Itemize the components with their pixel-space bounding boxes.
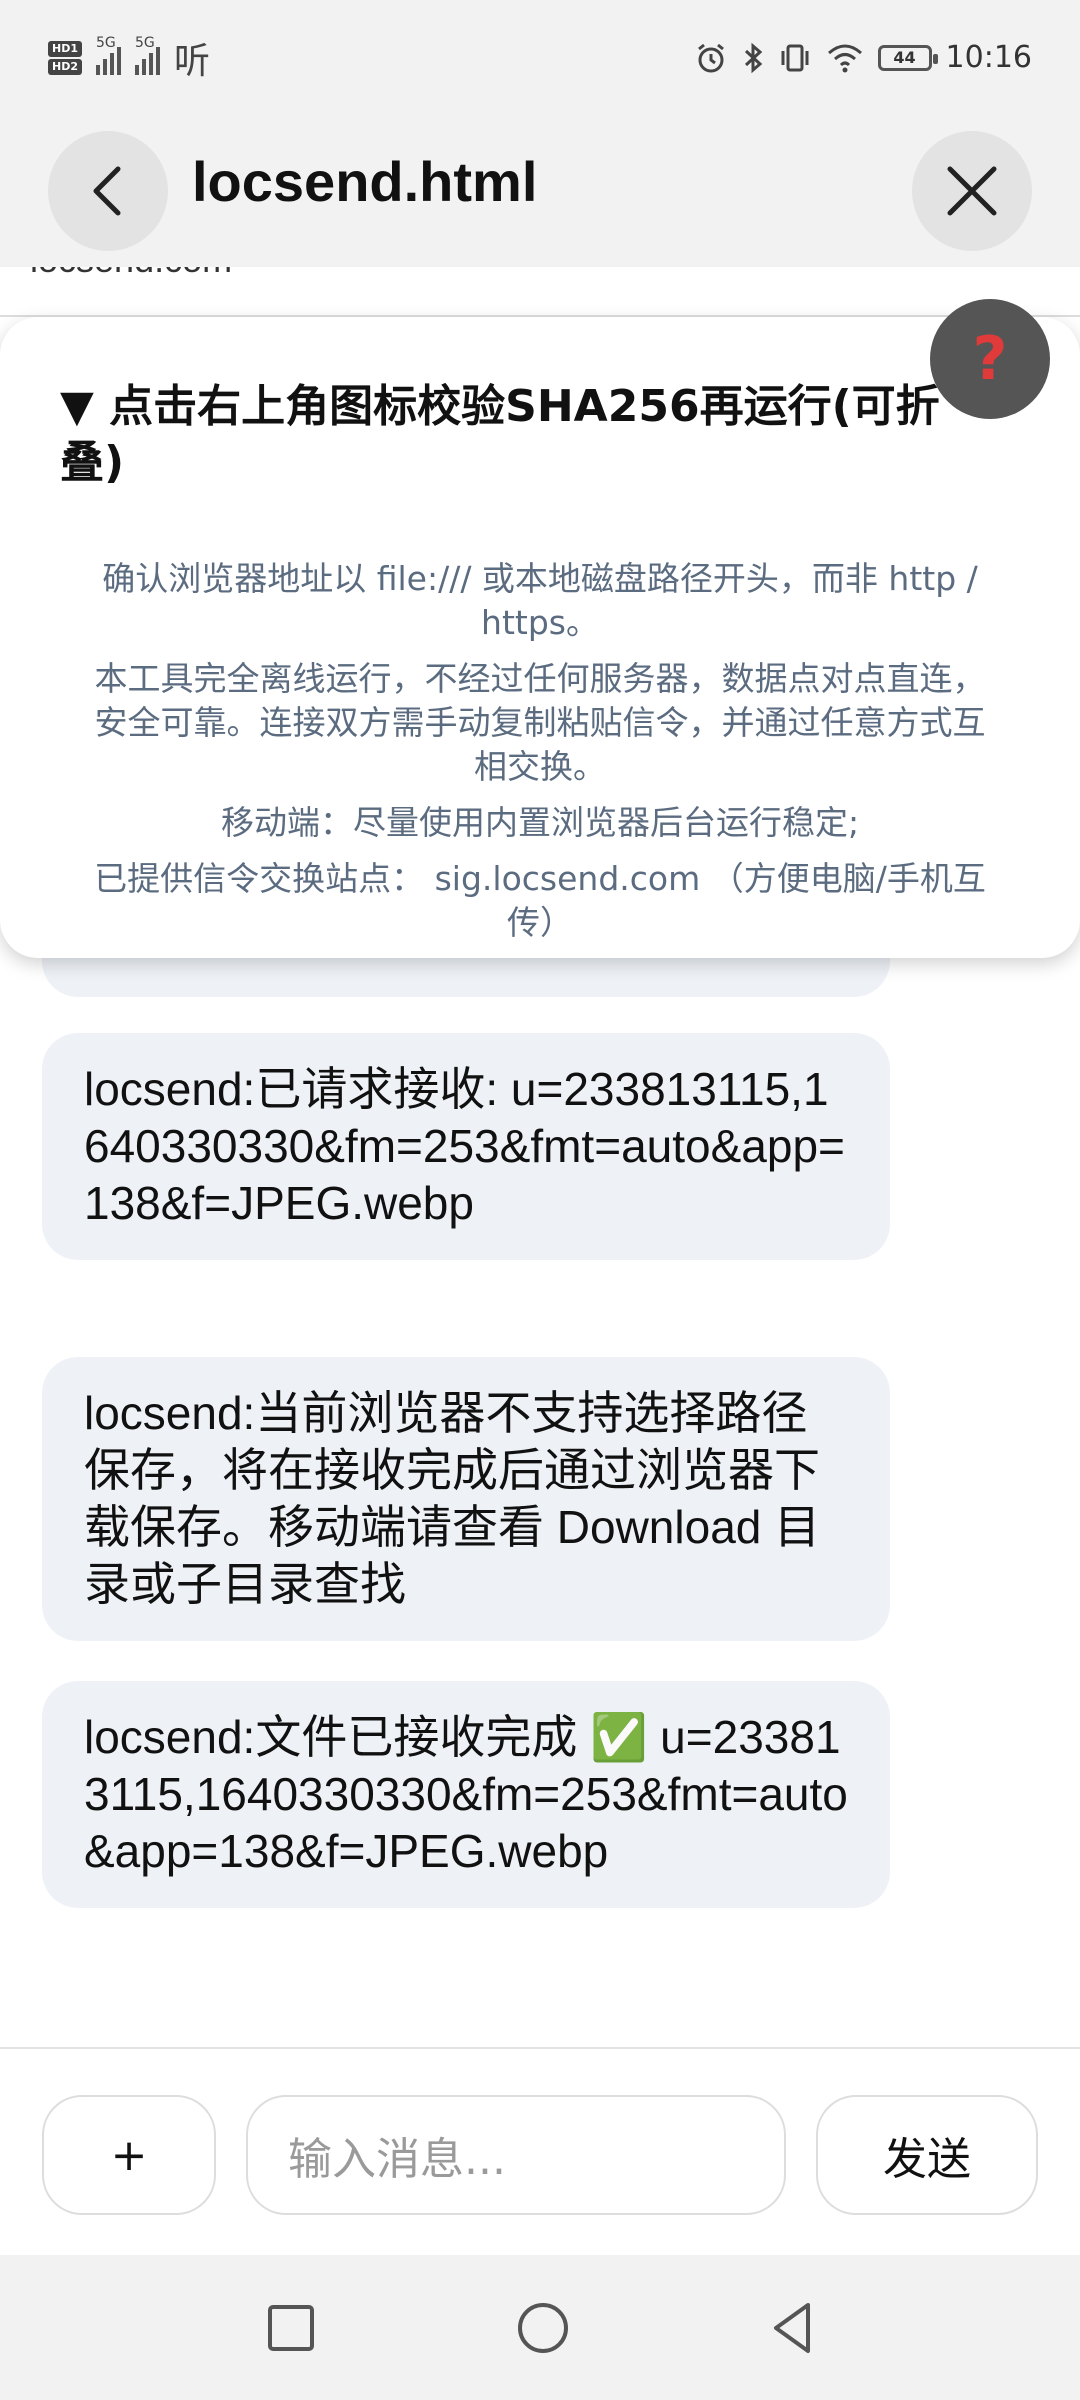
battery-icon: 44	[877, 44, 938, 71]
back-nav-icon[interactable]	[770, 2301, 814, 2355]
notice-line: 本工具完全离线运行，不经过任何服务器，数据点对点直连，安全可靠。连接双方需手动复…	[94, 659, 986, 786]
message-bubble: locsend:已请求接收: u=233813115,1640330330&fm…	[42, 1033, 890, 1260]
sim2-label: HD2	[48, 58, 82, 75]
app-notification-icon: 听	[174, 40, 211, 82]
message-bubble: locsend:当前浏览器不支持选择路径保存，将在接收完成后通过浏览器下载保存。…	[42, 1357, 890, 1641]
chevron-left-icon	[93, 166, 121, 216]
recents-icon[interactable]	[266, 2303, 316, 2353]
message-bubble: locsend:文件已接收完成 ✅ u=233813115,1640330330…	[42, 1681, 890, 1908]
close-icon	[947, 166, 997, 216]
sim-badge: HD1 HD2	[48, 40, 82, 75]
send-button[interactable]: 发送	[816, 2095, 1038, 2215]
alarm-icon	[697, 43, 724, 72]
status-right: 44 10:16	[694, 40, 1032, 75]
system-nav-bar	[0, 2255, 1080, 2400]
app-bar: locsend.html	[0, 115, 1080, 267]
message-input[interactable]: 输入消息...	[246, 2095, 786, 2215]
page-title: locsend.html	[192, 150, 538, 213]
notice-toggle[interactable]: ▼ 点击右上角图标校验SHA256再运行(可折叠)	[60, 379, 990, 491]
signal-icon-2: 5G	[135, 35, 160, 75]
help-icon[interactable]: ?	[930, 299, 1050, 419]
wifi-icon	[827, 44, 862, 72]
signal-icon: 5G	[96, 35, 121, 75]
close-button[interactable]	[912, 131, 1032, 251]
network-type-label-2: 5G	[135, 34, 155, 51]
home-icon[interactable]	[516, 2301, 570, 2355]
clock: 10:16	[945, 40, 1032, 75]
attach-button[interactable]: +	[42, 2095, 216, 2215]
notice-body: 确认浏览器地址以 file:/// 或本地磁盘路径开头，而非 http / ht…	[90, 557, 990, 957]
back-button[interactable]	[48, 131, 168, 251]
input-bar: + 输入消息... 发送	[0, 2047, 1080, 2255]
notice-line: 移动端：尽量使用内置浏览器后台运行稳定;	[220, 803, 860, 842]
site-link-partial: locsend.com	[30, 267, 232, 281]
bluetooth-icon	[744, 42, 762, 73]
network-type-label: 5G	[96, 34, 116, 51]
sim1-label: HD1	[48, 40, 82, 57]
notice-line: 已提供信令交换站点： sig.locsend.com （方便电脑/手机互传）	[94, 859, 986, 942]
notice-panel: ▼ 点击右上角图标校验SHA256再运行(可折叠) 确认浏览器地址以 file:…	[0, 317, 1080, 958]
status-bar: HD1 HD2 5G 5G 听 44 10:16	[0, 0, 1080, 115]
status-left: HD1 HD2 5G 5G 听	[48, 32, 210, 84]
notice-line: 确认浏览器地址以 file:/// 或本地磁盘路径开头，而非 http / ht…	[102, 559, 978, 642]
vibrate-icon	[781, 44, 809, 71]
battery-level: 44	[893, 48, 916, 67]
chat-content[interactable]: locsend.com locsend:已请求接收: u=233813115,1…	[0, 267, 1080, 2047]
